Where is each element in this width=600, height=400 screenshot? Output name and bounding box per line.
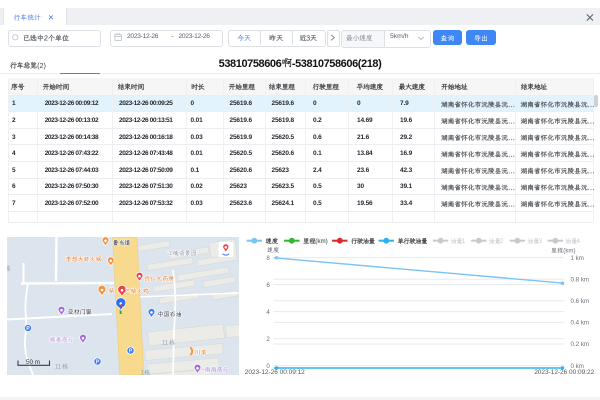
svg-text:3: 3 [539, 238, 543, 245]
svg-text:4: 4 [577, 238, 581, 245]
svg-text:2: 2 [500, 238, 504, 245]
svg-text:1 km: 1 km [571, 255, 584, 262]
svg-text:6: 6 [266, 282, 270, 289]
svg-text:4: 4 [266, 309, 270, 316]
svg-text:P: P [26, 326, 30, 332]
svg-text:8: 8 [266, 255, 270, 262]
svg-text:P: P [96, 359, 100, 365]
svg-text:1: 1 [141, 371, 145, 377]
svg-text:2: 2 [266, 336, 270, 343]
svg-text:(km): (km) [315, 238, 327, 245]
svg-text:11: 11 [162, 341, 169, 347]
svg-text:0.6 km: 0.6 km [571, 298, 590, 305]
svg-text:50 m: 50 m [26, 359, 40, 366]
svg-text:0.2 km: 0.2 km [571, 341, 590, 348]
svg-text:1: 1 [462, 238, 466, 245]
svg-text:11: 11 [55, 365, 62, 371]
svg-text:(km): (km) [563, 248, 575, 255]
svg-text:P: P [129, 348, 133, 354]
svg-text:0.4 km: 0.4 km [571, 320, 590, 327]
svg-text:0.8 km: 0.8 km [571, 276, 590, 283]
